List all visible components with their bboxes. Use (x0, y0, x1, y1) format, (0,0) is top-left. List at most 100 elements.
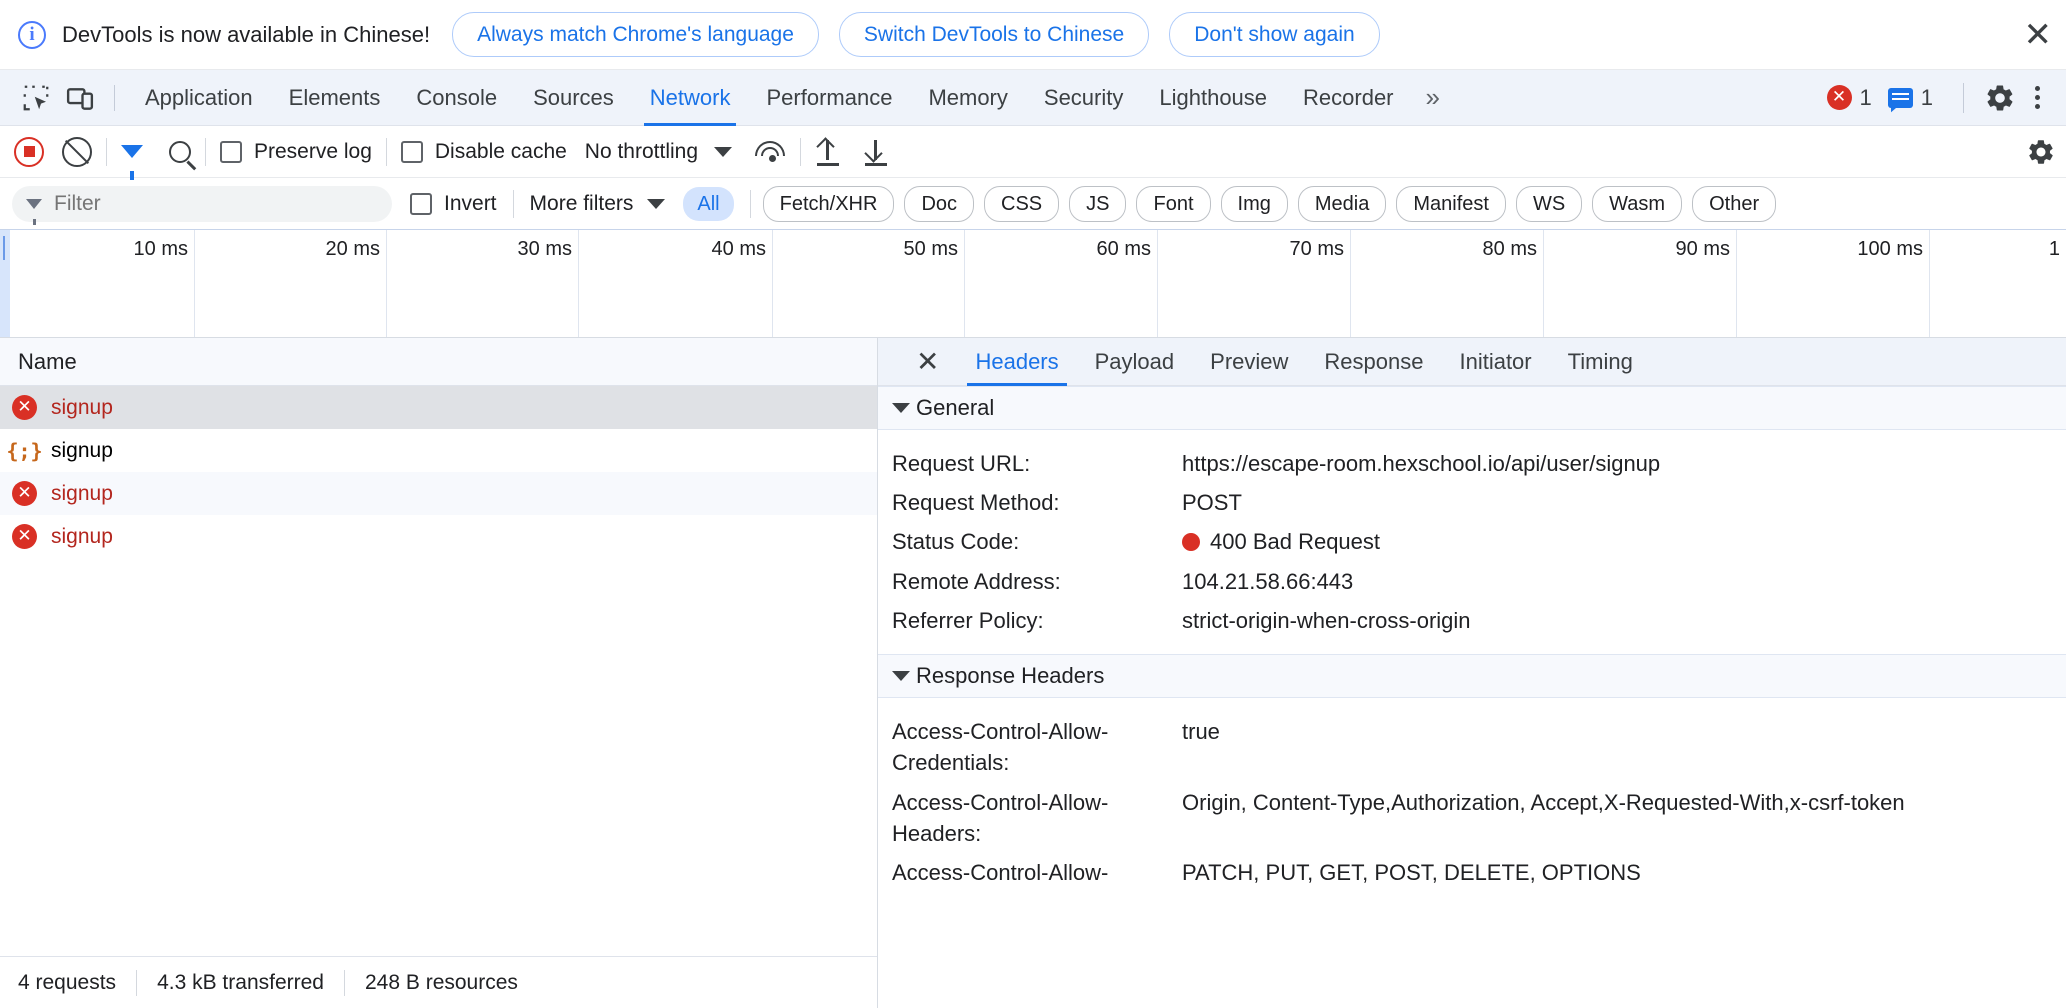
disable-cache-checkbox[interactable]: Disable cache (400, 140, 567, 164)
tab-sources[interactable]: Sources (515, 70, 632, 126)
tab-timing[interactable]: Timing (1550, 338, 1651, 386)
error-circle-icon: ✕ (12, 395, 37, 420)
clear-icon (62, 136, 92, 167)
header-key: Access-Control-Allow-Credentials: (892, 719, 1109, 776)
request-name: signup (51, 395, 113, 419)
network-settings-button[interactable] (2026, 137, 2056, 167)
chevron-down-icon (714, 146, 733, 157)
request-name: signup (51, 524, 113, 548)
tab-performance[interactable]: Performance (748, 70, 910, 126)
toolbar-divider (800, 137, 802, 166)
network-overview-timeline[interactable]: 10 ms 20 ms 30 ms 40 ms 50 ms 60 ms 70 m… (0, 230, 2066, 338)
filter-chip-fetch-xhr[interactable]: Fetch/XHR (762, 185, 895, 222)
inspect-element-icon[interactable] (14, 76, 58, 120)
tabbar-divider (114, 84, 115, 111)
devtools-window: i DevTools is now available in Chinese! … (0, 0, 2066, 1008)
network-conditions-icon (754, 139, 786, 165)
filter-chip-img[interactable]: Img (1220, 185, 1288, 222)
record-button[interactable] (14, 136, 44, 167)
tab-console[interactable]: Console (398, 70, 515, 126)
throttling-value: No throttling (584, 139, 699, 163)
status-code-value: 400 Bad Request (1182, 526, 2066, 557)
tab-preview[interactable]: Preview (1192, 338, 1306, 386)
import-har-button[interactable] (815, 138, 841, 166)
table-row[interactable]: ✕ signup (0, 386, 877, 429)
timeline-tick: 40 ms (579, 230, 773, 337)
tab-recorder[interactable]: Recorder (1285, 70, 1411, 126)
table-row[interactable]: {;} signup (0, 429, 877, 472)
response-headers-section-title: Response Headers (916, 663, 1105, 689)
network-conditions-button[interactable] (754, 139, 786, 165)
table-row[interactable]: ✕ signup (0, 515, 877, 558)
invert-label: Invert (444, 191, 497, 215)
timeline-tick-label: 30 ms (517, 238, 572, 260)
network-filter-bar: Invert More filters All Fetch/XHR Doc CS… (0, 178, 2066, 230)
tab-payload[interactable]: Payload (1077, 338, 1193, 386)
export-har-icon (863, 138, 889, 166)
timeline-tick-label: 80 ms (1482, 238, 1537, 260)
error-circle-icon: ✕ (12, 524, 37, 549)
search-button[interactable] (169, 140, 191, 163)
filter-chip-all[interactable]: All (683, 186, 734, 221)
preserve-log-checkbox[interactable]: Preserve log (220, 140, 372, 164)
close-icon[interactable]: ✕ (2024, 18, 2053, 52)
filter-chip-other[interactable]: Other (1692, 185, 1777, 222)
filter-toggle-button[interactable] (121, 145, 143, 180)
gear-icon[interactable] (1978, 76, 2022, 120)
header-key: Access-Control-Allow- (892, 860, 1109, 886)
requests-pane: Name ✕ signup {;} signup ✕ signup ✕ sign… (0, 338, 878, 1008)
header-value[interactable]: https://escape-room.hexschool.io/api/use… (1182, 448, 2066, 479)
filter-input[interactable] (54, 191, 378, 216)
toolbar-divider (205, 137, 206, 166)
tab-application[interactable]: Application (127, 70, 271, 126)
filter-chip-ws[interactable]: WS (1515, 185, 1583, 222)
general-section-title: General (916, 395, 995, 420)
header-row: Status Code: 400 Bad Request (878, 522, 2066, 561)
requests-list[interactable]: ✕ signup {;} signup ✕ signup ✕ signup (0, 386, 877, 956)
switch-devtools-language-button[interactable]: Switch DevTools to Chinese (838, 11, 1150, 58)
response-headers-section-header[interactable]: Response Headers (878, 654, 2066, 699)
device-toolbar-icon[interactable] (58, 76, 102, 120)
statusbar-divider (343, 969, 345, 996)
table-row[interactable]: ✕ signup (0, 472, 877, 515)
general-section-header[interactable]: General (878, 386, 2066, 430)
header-value: true (1182, 719, 1220, 745)
language-infobar: i DevTools is now available in Chinese! … (0, 0, 2066, 70)
invert-checkbox[interactable]: Invert (410, 192, 497, 216)
requests-column-header[interactable]: Name (0, 338, 877, 386)
tab-lighthouse[interactable]: Lighthouse (1141, 70, 1285, 126)
more-filters-dropdown[interactable]: More filters (530, 192, 666, 216)
filter-chip-js[interactable]: JS (1069, 185, 1127, 222)
close-icon[interactable]: ✕ (898, 347, 957, 376)
tab-headers[interactable]: Headers (957, 338, 1076, 386)
dont-show-again-button[interactable]: Don't show again (1169, 11, 1380, 58)
tab-network[interactable]: Network (632, 70, 749, 126)
column-header-name: Name (18, 348, 77, 374)
tab-initiator[interactable]: Initiator (1441, 338, 1549, 386)
filter-chip-font[interactable]: Font (1136, 185, 1211, 222)
export-har-button[interactable] (863, 138, 889, 166)
clear-button[interactable] (62, 136, 92, 167)
filter-chip-media[interactable]: Media (1297, 185, 1387, 222)
error-badge[interactable]: ✕ 1 (1826, 85, 1872, 111)
always-match-language-button[interactable]: Always match Chrome's language (452, 11, 819, 58)
filter-chip-doc[interactable]: Doc (904, 185, 975, 222)
tab-elements[interactable]: Elements (271, 70, 399, 126)
tabbar-right-divider (1963, 82, 1964, 113)
message-badge[interactable]: 1 (1887, 85, 1933, 111)
filter-chip-css[interactable]: CSS (984, 185, 1060, 222)
timeline-tick: 90 ms (1544, 230, 1737, 337)
more-tabs-icon[interactable]: » (1412, 82, 1452, 113)
tab-response[interactable]: Response (1306, 338, 1441, 386)
throttling-select[interactable]: No throttling (584, 139, 733, 164)
request-name: signup (51, 438, 113, 462)
tab-security[interactable]: Security (1026, 70, 1141, 126)
filter-chip-wasm[interactable]: Wasm (1592, 185, 1683, 222)
timeline-tick: 70 ms (1158, 230, 1351, 337)
filter-input-wrapper[interactable] (12, 185, 392, 225)
request-details-pane: ✕ Headers Payload Preview Response Initi… (878, 338, 2066, 1008)
filter-chip-manifest[interactable]: Manifest (1396, 185, 1506, 222)
kebab-dot (2034, 86, 2040, 91)
tab-memory[interactable]: Memory (910, 70, 1025, 126)
kebab-menu-icon[interactable] (2022, 76, 2052, 120)
